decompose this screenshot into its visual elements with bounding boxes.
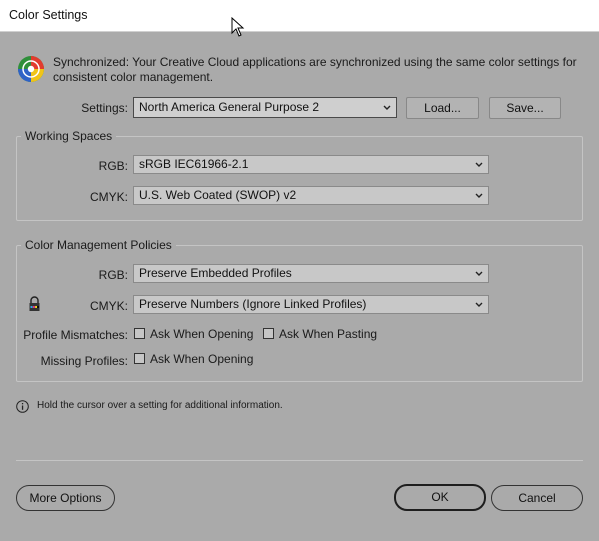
policies-legend: Color Management Policies: [25, 238, 172, 252]
ws-rgb-value: sRGB IEC61966-2.1: [139, 157, 249, 171]
chevron-down-icon: [475, 162, 483, 167]
policy-cmyk-label: CMYK:: [89, 299, 128, 313]
policy-rgb-value: Preserve Embedded Profiles: [139, 266, 292, 280]
ws-cmyk-select[interactable]: U.S. Web Coated (SWOP) v2: [133, 186, 489, 205]
cancel-button[interactable]: Cancel: [491, 485, 583, 511]
missing-ask-when-opening-label[interactable]: Ask When Opening: [150, 352, 253, 366]
missing-ask-when-opening-checkbox[interactable]: [134, 353, 145, 364]
working-spaces-group: Working Spaces: [16, 129, 583, 221]
window-title: Color Settings: [9, 8, 88, 22]
more-options-button[interactable]: More Options: [16, 485, 115, 511]
settings-value: North America General Purpose 2: [139, 100, 320, 114]
settings-select[interactable]: North America General Purpose 2: [133, 97, 397, 118]
policy-cmyk-value: Preserve Numbers (Ignore Linked Profiles…: [139, 297, 367, 311]
load-button[interactable]: Load...: [406, 97, 479, 119]
ask-when-pasting-label[interactable]: Ask When Pasting: [279, 327, 377, 341]
mouse-cursor-icon: [231, 17, 245, 37]
ok-label: OK: [431, 490, 449, 504]
ask-when-opening-checkbox[interactable]: [134, 328, 145, 339]
lock-icon: [29, 296, 40, 311]
ws-rgb-select[interactable]: sRGB IEC61966-2.1: [133, 155, 489, 174]
ask-when-pasting-checkbox[interactable]: [263, 328, 274, 339]
chevron-down-icon: [383, 105, 391, 110]
save-button-label: Save...: [506, 101, 544, 115]
working-spaces-legend: Working Spaces: [25, 129, 113, 143]
more-options-label: More Options: [29, 491, 102, 505]
profile-mismatches-label: Profile Mismatches:: [23, 328, 128, 342]
load-button-label: Load...: [424, 101, 461, 115]
info-text: Hold the cursor over a setting for addit…: [37, 400, 283, 411]
info-icon: [16, 400, 29, 413]
ok-button[interactable]: OK: [394, 484, 486, 511]
policy-rgb-label: RGB:: [98, 268, 128, 282]
chevron-down-icon: [475, 271, 483, 276]
chevron-down-icon: [475, 193, 483, 198]
policy-cmyk-select[interactable]: Preserve Numbers (Ignore Linked Profiles…: [133, 295, 489, 314]
color-wheel-icon: [18, 56, 44, 82]
ask-when-opening-label[interactable]: Ask When Opening: [150, 327, 253, 341]
chevron-down-icon: [475, 302, 483, 307]
title-bar: Color Settings: [0, 0, 599, 32]
save-button[interactable]: Save...: [489, 97, 561, 119]
sync-message: Synchronized: Your Creative Cloud applic…: [53, 55, 577, 84]
missing-profiles-label: Missing Profiles:: [40, 354, 128, 368]
ws-rgb-label: RGB:: [98, 159, 128, 173]
ws-cmyk-value: U.S. Web Coated (SWOP) v2: [139, 188, 297, 202]
ws-cmyk-label: CMYK:: [89, 190, 128, 204]
settings-label: Settings:: [81, 101, 128, 115]
policy-rgb-select[interactable]: Preserve Embedded Profiles: [133, 264, 489, 283]
cancel-label: Cancel: [518, 491, 556, 505]
divider: [16, 460, 583, 461]
